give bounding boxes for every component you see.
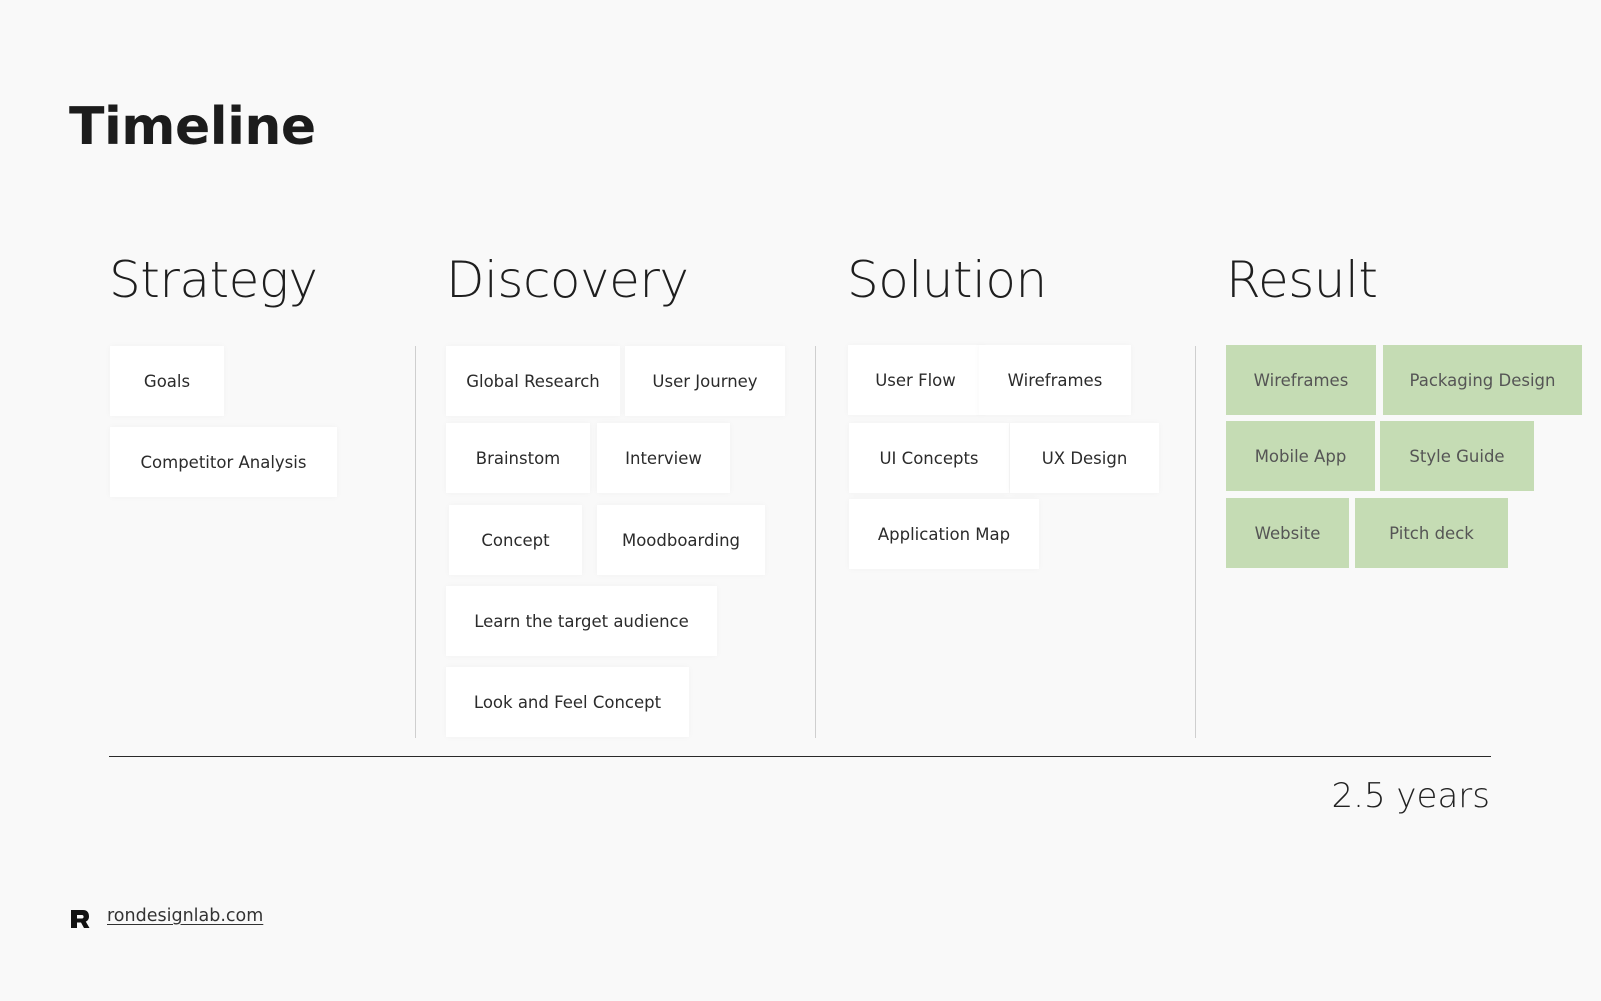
task-card-user-flow: User Flow (848, 345, 983, 415)
page-title: Timeline (69, 97, 316, 157)
result-card-pitch-deck: Pitch deck (1355, 498, 1508, 568)
task-card-moodboarding: Moodboarding (597, 505, 765, 575)
column-divider (815, 346, 816, 738)
task-card-learn-target-audience: Learn the target audience (446, 586, 717, 656)
task-card-brainstom: Brainstom (446, 423, 590, 493)
column-divider (415, 346, 416, 738)
result-card-website: Website (1226, 498, 1349, 568)
task-card-goals: Goals (110, 346, 224, 416)
column-heading-result: Result (1226, 251, 1378, 309)
timeline-line (109, 756, 1491, 757)
result-card-packaging-design: Packaging Design (1383, 345, 1582, 415)
column-heading-solution: Solution (847, 251, 1047, 309)
rondesignlab-logo-icon (71, 910, 90, 928)
timeline-duration: 2.5 years (1331, 776, 1490, 816)
task-card-wireframes: Wireframes (979, 345, 1131, 415)
task-card-competitor-analysis: Competitor Analysis (110, 427, 337, 497)
result-card-wireframes: Wireframes (1226, 345, 1376, 415)
task-card-concept: Concept (449, 505, 582, 575)
footer-website-link[interactable]: rondesignlab.com (107, 906, 263, 926)
task-card-global-research: Global Research (446, 346, 620, 416)
task-card-look-and-feel-concept: Look and Feel Concept (446, 667, 689, 737)
column-heading-discovery: Discovery (446, 251, 689, 309)
task-card-ui-concepts: UI Concepts (849, 423, 1009, 493)
task-card-ux-design: UX Design (1010, 423, 1159, 493)
task-card-interview: Interview (597, 423, 730, 493)
column-divider (1195, 346, 1196, 738)
result-card-style-guide: Style Guide (1380, 421, 1534, 491)
task-card-application-map: Application Map (849, 499, 1039, 569)
column-heading-strategy: Strategy (109, 251, 318, 309)
result-card-mobile-app: Mobile App (1226, 421, 1375, 491)
task-card-user-journey: User Journey (625, 346, 785, 416)
